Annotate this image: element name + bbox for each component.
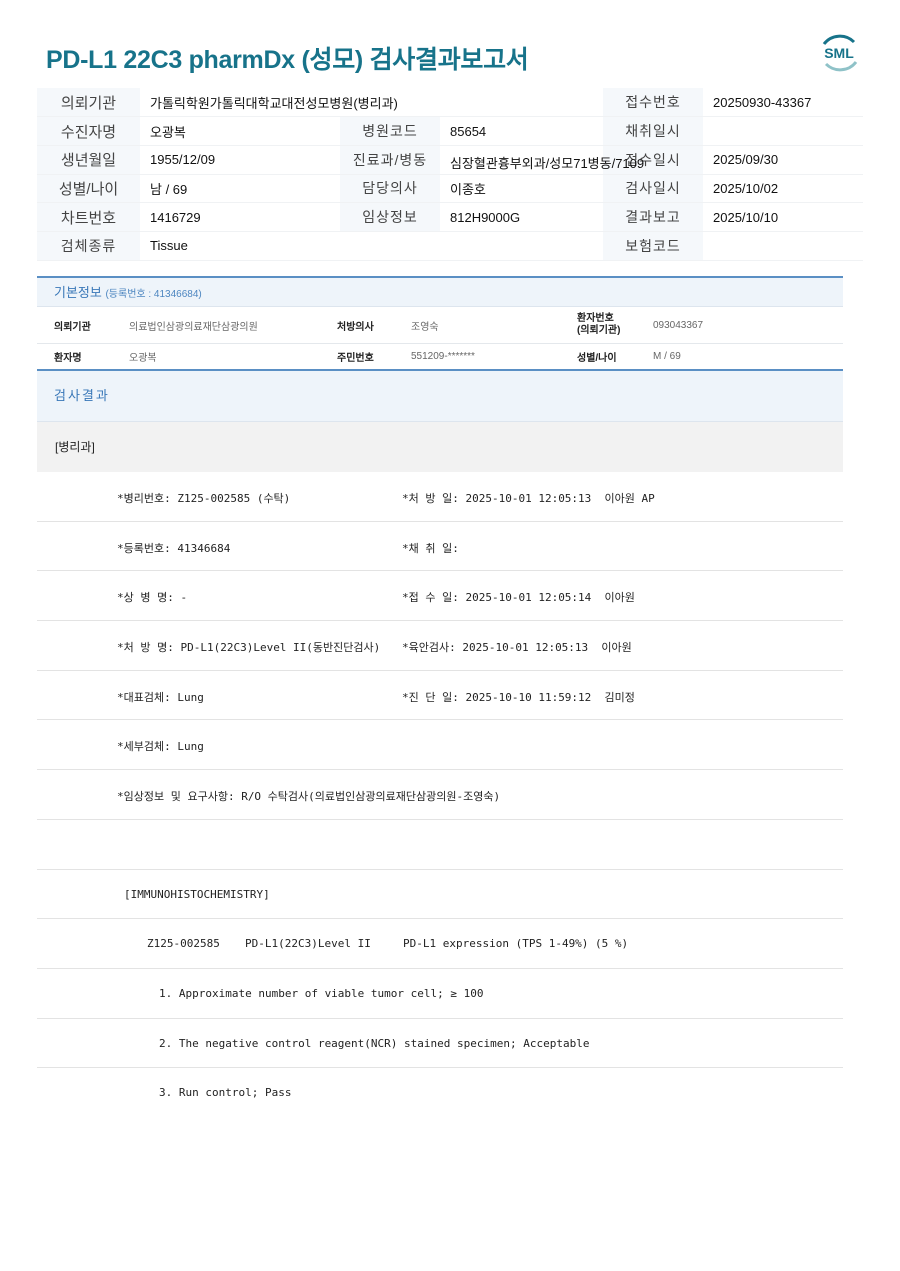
result-text: *진 단 일: 2025-10-10 11:59:12 김미정 [402, 690, 635, 704]
value: M / 69 [653, 351, 681, 362]
basic-info-row: 의뢰기관 의료법인삼광의료재단삼광의원 처방의사 조영숙 환자번호 (의뢰기관) … [37, 307, 843, 344]
result-row: *대표검체: Lung *진 단 일: 2025-10-10 11:59:12 김… [37, 671, 843, 721]
value: 이종호 [440, 174, 603, 204]
result-text: *등록번호: 41346684 [117, 541, 231, 555]
result-text: *처 방 일: 2025-10-01 12:05:13 이아원 AP [402, 492, 655, 505]
value: 812H9000G [440, 202, 603, 232]
result-text: Z125-002585 [147, 937, 220, 951]
result-text: PD-L1 expression (TPS 1-49%) (5 %) [403, 937, 629, 951]
result-row: *임상정보 및 요구사항: R/O 수탁검사(의료법인삼광의료재단삼광의원-조영… [37, 770, 843, 820]
registration-number: (등록번호 : 41346684) [105, 289, 202, 300]
label: 환자명 [54, 353, 82, 364]
value: 2025/09/30 [703, 145, 863, 175]
label: 주민번호 [337, 353, 374, 364]
value: Tissue [140, 231, 603, 261]
basic-info-header: 기본정보 (등록번호 : 41346684) [37, 278, 843, 307]
header-row: 검체종류 Tissue 보험코드 [37, 231, 863, 261]
result-row: *세부검체: Lung [37, 720, 843, 771]
value: 2025/10/10 [703, 202, 863, 232]
label: 담당의사 [340, 174, 440, 204]
value: 오광복 [140, 116, 340, 146]
page-title: PD-L1 22C3 pharmDx (성모) 검사결과보고서 [46, 46, 529, 74]
label: 수진자명 [37, 116, 140, 146]
department-value: 심장혈관흉부외과/성모71병동/7109 [450, 155, 645, 171]
department-label: [병리과] [37, 422, 843, 472]
label: 진료과/병동 [340, 145, 440, 175]
label: 성별/나이 [577, 353, 617, 364]
value [703, 116, 863, 146]
result-text: *육안검사: 2025-10-01 12:05:13 이아원 [402, 641, 632, 655]
value [703, 231, 863, 261]
sml-logo: SML [822, 34, 858, 72]
result-text: 3. Run control; Pass [159, 1086, 292, 1100]
result-text: [IMMUNOHISTOCHEMISTRY] [124, 887, 270, 901]
result-row: [IMMUNOHISTOCHEMISTRY] [37, 870, 843, 920]
result-text: *병리번호: Z125-002585 (수탁) [117, 492, 291, 505]
result-row: *등록번호: 41346684 *채 취 일: [37, 522, 843, 572]
result-text: *상 병 명: - [117, 591, 188, 605]
header-row: 성별/나이 남 / 69 담당의사 이종호 검사일시 2025/10/02 [37, 174, 863, 204]
result-row: *병리번호: Z125-002585 (수탁) *처 방 일: 2025-10-0… [37, 472, 843, 522]
result-text: *채 취 일: [402, 541, 459, 555]
value: 85654 [440, 116, 603, 146]
label: 검체종류 [37, 231, 140, 261]
result-row: 2. The negative control reagent(NCR) sta… [37, 1019, 843, 1069]
result-row: 3. Run control; Pass [37, 1068, 843, 1118]
section-title: 검사결과 [37, 371, 843, 422]
value: 551209-******* [411, 351, 475, 362]
header-row: 생년월일 1955/12/09 진료과/병동 심장혈관흉부외과/성모71병동/7109… [37, 145, 863, 175]
result-text: *접 수 일: 2025-10-01 12:05:14 이아원 [402, 591, 635, 605]
label: 병원코드 [340, 116, 440, 146]
label: 차트번호 [37, 202, 140, 232]
label: 처방의사 [337, 321, 374, 333]
result-text: *세부검체: Lung [117, 740, 204, 754]
label: 성별/나이 [37, 174, 140, 204]
result-text: PD-L1(22C3)Level II [245, 937, 371, 951]
label: 보험코드 [603, 231, 703, 261]
label: 생년월일 [37, 145, 140, 175]
result-section: 검사결과 [병리과] *병리번호: Z125-002585 (수탁) *처 방 일… [37, 369, 843, 1118]
label: 검사일시 [603, 174, 703, 204]
value: 의료법인삼광의료재단삼광의원 [129, 321, 258, 333]
label: 접수번호 [603, 88, 703, 118]
label: 결과보고 [603, 202, 703, 232]
label: (의뢰기관) [577, 325, 621, 336]
header-row: 의뢰기관 가톨릭학원가톨릭대학교대전성모병원(병리과) 접수번호 20250930-4… [37, 88, 863, 118]
label: 임상정보 [340, 202, 440, 232]
value: 가톨릭학원가톨릭대학교대전성모병원(병리과) [140, 88, 603, 118]
value: 2025/10/02 [703, 174, 863, 204]
basic-info-section: 기본정보 (등록번호 : 41346684) 의뢰기관 의료법인삼광의료재단삼광… [37, 276, 843, 370]
value: 1416729 [140, 202, 340, 232]
result-text: *대표검체: Lung [117, 690, 204, 704]
header-row: 수진자명 오광복 병원코드 85654 채취일시 [37, 116, 863, 146]
result-text: *임상정보 및 요구사항: R/O 수탁검사(의료법인삼광의료재단삼광의원-조영… [117, 790, 501, 804]
header-row: 차트번호 1416729 임상정보 812H9000G 결과보고 2025/10/10 [37, 202, 863, 232]
label: 의뢰기관 [37, 88, 140, 118]
label: 의뢰기관 [54, 321, 91, 333]
value: 1955/12/09 [140, 145, 340, 175]
value: 오광복 [129, 353, 157, 364]
result-row: Z125-002585 PD-L1(22C3)Level II PD-L1 expr… [37, 919, 843, 969]
svg-text:SML: SML [824, 45, 854, 61]
value: 남 / 69 [140, 174, 340, 204]
value: 조영숙 [411, 321, 439, 333]
section-title: 기본정보 [54, 285, 102, 300]
result-text: 2. The negative control reagent(NCR) sta… [159, 1036, 590, 1050]
result-row [37, 820, 843, 870]
label: 환자번호 [577, 313, 614, 324]
result-row: 1. Approximate number of viable tumor ce… [37, 969, 843, 1019]
value: 093043367 [653, 319, 704, 331]
result-row: *상 병 명: - *접 수 일: 2025-10-01 12:05:14 이아원 [37, 571, 843, 622]
value: 20250930-43367 [703, 88, 863, 118]
result-text: *처 방 명: PD-L1(22C3)Level II(동반진단검사) [117, 641, 381, 655]
basic-info-row: 환자명 오광복 주민번호 551209-******* 성별/나이 M / 69 [37, 344, 843, 370]
result-text: 1. Approximate number of viable tumor ce… [159, 986, 484, 1000]
result-row: *처 방 명: PD-L1(22C3)Level II(동반진단검사) *육안검사… [37, 621, 843, 671]
patient-header-table: 의뢰기관 가톨릭학원가톨릭대학교대전성모병원(병리과) 접수번호 20250930-4… [37, 88, 863, 261]
value: 심장혈관흉부외과/성모71병동/7109 [440, 145, 644, 175]
label: 채취일시 [603, 116, 703, 146]
